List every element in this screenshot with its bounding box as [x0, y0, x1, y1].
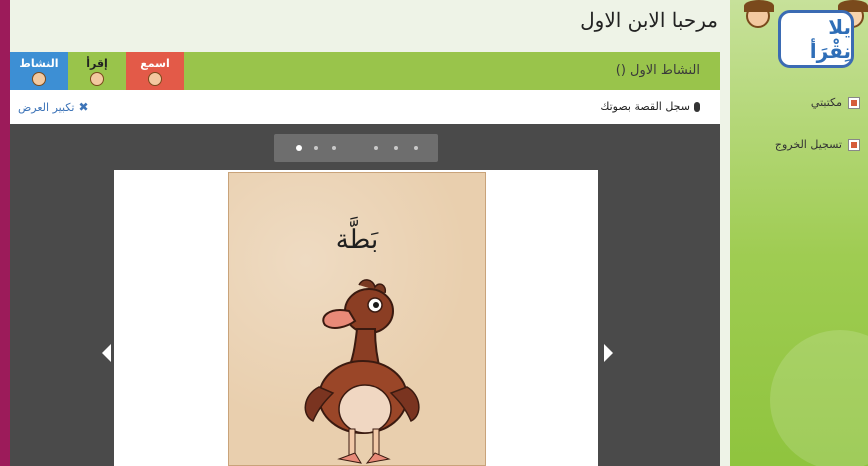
- slider-dot[interactable]: [414, 146, 418, 150]
- duck-illustration: [304, 279, 420, 464]
- page-title: مرحبا الابن الاول: [580, 8, 718, 32]
- tab-label: النشاط: [19, 56, 59, 70]
- sidebar-item-logout[interactable]: تسجيل الخروج: [775, 138, 860, 151]
- activity-title: النشاط الاول (): [615, 63, 700, 78]
- app-logo[interactable]: يلا نِقْرَأ: [778, 10, 854, 68]
- slider-dot[interactable]: [332, 146, 336, 150]
- expand-icon: ✖: [78, 100, 89, 114]
- tab-read[interactable]: إقرأ: [68, 52, 126, 90]
- tab-listen[interactable]: اسمع: [126, 52, 184, 90]
- microphone-icon: [694, 101, 700, 112]
- record-story-link[interactable]: سجل القصة بصوتك: [600, 100, 700, 113]
- enlarge-view-label: تكبير العرض: [18, 100, 75, 114]
- slider-dot[interactable]: [394, 146, 398, 150]
- tab-label: اسمع: [140, 56, 170, 70]
- boy-mascot-icon: [744, 0, 774, 28]
- tab-label: إقرأ: [86, 56, 108, 70]
- tab-activity[interactable]: النشاط: [10, 52, 68, 90]
- listen-icon: [148, 71, 162, 86]
- book-viewer: بَطَّة: [10, 124, 720, 466]
- logo-text: يلا نِقْرَأ: [809, 15, 851, 63]
- activity-bar: النشاط إقرأ اسمع النشاط الاول (): [10, 52, 720, 90]
- viewer-toolbar: ✖ تكبير العرض سجل القصة بصوتك: [10, 90, 720, 124]
- slider-dot[interactable]: [314, 146, 318, 150]
- story-page-card: بَطَّة: [228, 172, 486, 466]
- logout-icon: [848, 138, 860, 151]
- sidebar-item-label: تسجيل الخروج: [774, 138, 842, 151]
- story-word: بَطَّة: [335, 225, 379, 255]
- app-frame: يلا نِقْرَأ مكتبتي تسجيل الخروج مرحبا ال…: [10, 0, 868, 466]
- library-icon: [848, 96, 860, 109]
- read-icon: [90, 71, 104, 86]
- previous-page-arrow-icon[interactable]: [102, 344, 111, 362]
- page-slider[interactable]: [274, 134, 438, 162]
- slider-dot-active[interactable]: [296, 145, 302, 151]
- enlarge-view-link[interactable]: ✖ تكبير العرض: [18, 100, 89, 114]
- record-story-label: سجل القصة بصوتك: [600, 100, 690, 113]
- next-page-arrow-icon[interactable]: [604, 344, 613, 362]
- sidebar-item-label: مكتبتي: [810, 96, 842, 109]
- sidebar: يلا نِقْرَأ مكتبتي تسجيل الخروج: [730, 0, 868, 466]
- slider-dot[interactable]: [374, 146, 378, 150]
- activity-icon: [32, 71, 46, 86]
- sidebar-item-library[interactable]: مكتبتي: [811, 96, 860, 109]
